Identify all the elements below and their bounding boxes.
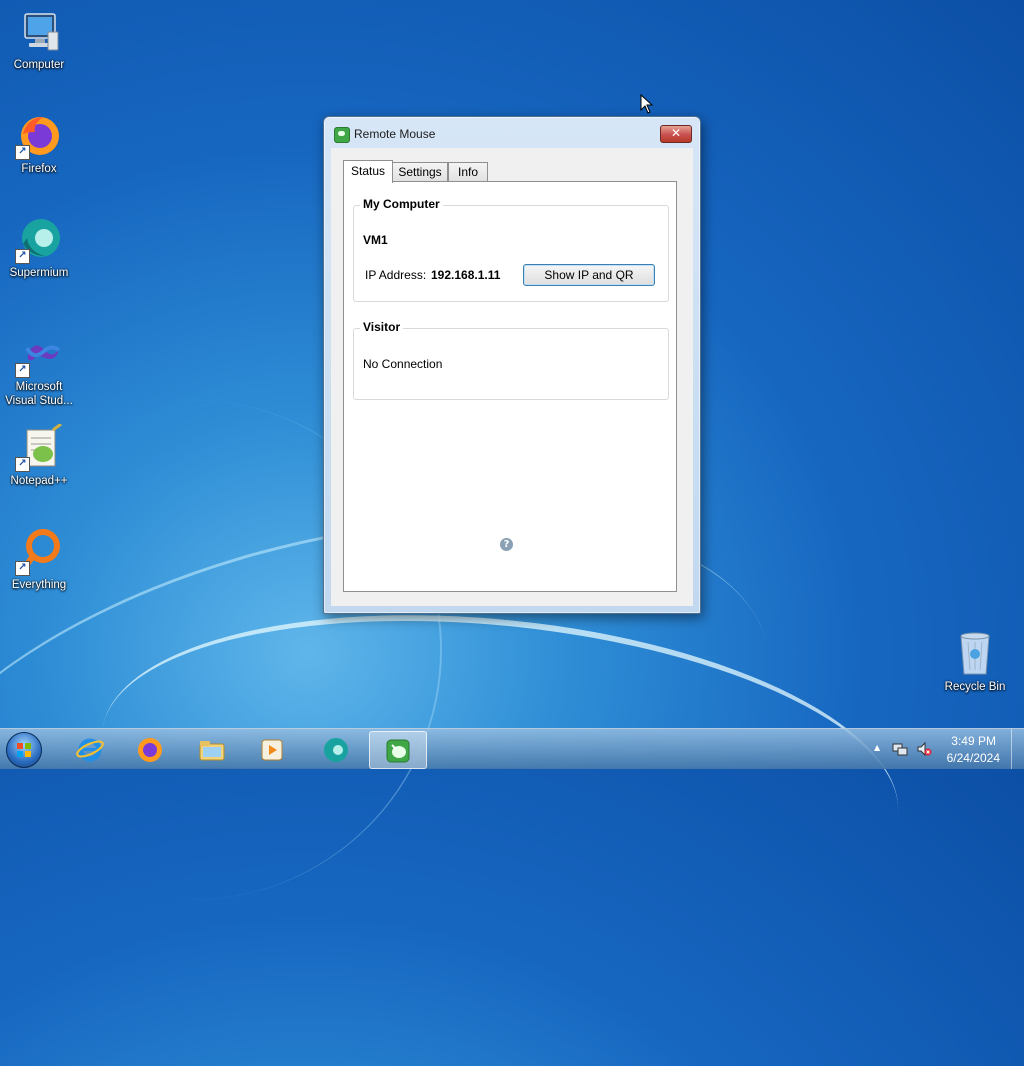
start-button[interactable] xyxy=(6,732,42,768)
my-computer-title: My Computer xyxy=(360,197,443,211)
visual-studio-icon: ↗ xyxy=(15,330,63,378)
close-button[interactable]: ✕ xyxy=(660,125,692,143)
tab-settings[interactable]: Settings xyxy=(392,162,448,182)
shortcut-arrow-icon: ↗ xyxy=(15,145,30,160)
notepad-plus-plus-icon: ↗ xyxy=(15,422,63,472)
shortcut-arrow-icon: ↗ xyxy=(15,249,30,264)
media-player-icon xyxy=(261,739,283,761)
ip-address-value: 192.168.1.11 xyxy=(431,268,501,282)
computer-icon xyxy=(15,8,63,56)
windows-logo-icon xyxy=(17,743,31,757)
desktop-icon-label: Recycle Bin xyxy=(944,681,1006,693)
taskbar: ▲ 3:49 PM 6/24/2024 xyxy=(0,728,1024,769)
show-ip-and-qr-button[interactable]: Show IP and QR xyxy=(523,264,655,286)
desktop-icon-computer[interactable]: Computer xyxy=(2,8,76,72)
shortcut-arrow-icon: ↗ xyxy=(15,561,30,576)
supermium-icon: ↗ xyxy=(15,216,63,264)
show-hidden-icons-button[interactable]: ▲ xyxy=(874,743,880,752)
remote-mouse-window[interactable]: Remote Mouse ✕ Status Settings Info My C… xyxy=(323,116,701,614)
taskbar-remote-mouse[interactable] xyxy=(369,731,427,769)
help-icon[interactable]: ? xyxy=(500,538,513,551)
clock-date[interactable]: 6/24/2024 xyxy=(947,751,1000,765)
remote-mouse-app-icon xyxy=(334,127,350,143)
ip-address-label: IP Address: xyxy=(365,268,427,282)
network-icon[interactable] xyxy=(892,741,908,757)
visitor-title: Visitor xyxy=(360,320,404,334)
desktop-icon-recycle-bin[interactable]: Recycle Bin xyxy=(938,630,1012,694)
remote-mouse-icon xyxy=(386,739,410,763)
desktop-icon-visual-studio[interactable]: ↗ Microsoft Visual Stud... xyxy=(2,330,76,408)
desktop-icon-everything[interactable]: ↗ Everything xyxy=(2,528,76,592)
desktop-icon-notepad-plus-plus[interactable]: ↗ Notepad++ xyxy=(2,422,76,488)
internet-explorer-icon xyxy=(76,738,104,762)
taskbar-file-explorer[interactable] xyxy=(184,731,240,767)
taskbar-supermium[interactable] xyxy=(308,731,364,767)
status-tab-panel: My Computer VM1 IP Address: 192.168.1.11… xyxy=(343,181,677,592)
volume-muted-icon[interactable] xyxy=(916,741,932,757)
desktop-icon-supermium[interactable]: ↗ Supermium xyxy=(2,216,76,280)
desktop-icon-label: Notepad++ xyxy=(10,475,68,487)
firefox-icon xyxy=(138,738,162,762)
computer-name: VM1 xyxy=(363,233,388,247)
folder-icon xyxy=(199,741,225,761)
visitor-group: Visitor No Connection xyxy=(353,320,669,400)
desktop-icon-firefox[interactable]: ↗ Firefox xyxy=(2,112,76,176)
desktop-icon-label: Computer xyxy=(13,59,65,71)
tab-info[interactable]: Info xyxy=(448,162,488,182)
taskbar-firefox[interactable] xyxy=(122,731,178,767)
desktop-icon-label: Microsoft Visual Stud... xyxy=(5,381,73,407)
tab-status[interactable]: Status xyxy=(343,160,393,183)
supermium-icon xyxy=(324,738,348,762)
desktop-icon-label: Everything xyxy=(11,579,67,591)
recycle-bin-icon xyxy=(951,630,999,678)
desktop-icon-label: Supermium xyxy=(9,267,69,279)
show-desktop-button[interactable] xyxy=(1011,729,1024,769)
taskbar-media-player[interactable] xyxy=(244,731,300,767)
desktop-icon-label: Firefox xyxy=(21,163,57,175)
taskbar-internet-explorer[interactable] xyxy=(62,731,118,767)
shortcut-arrow-icon: ↗ xyxy=(15,457,30,472)
shortcut-arrow-icon: ↗ xyxy=(15,363,30,378)
window-client-area: Status Settings Info My Computer VM1 IP … xyxy=(331,148,693,606)
system-tray: ▲ 3:49 PM 6/24/2024 xyxy=(864,729,1024,769)
firefox-icon: ↗ xyxy=(15,112,63,160)
everything-icon: ↗ xyxy=(15,528,63,576)
clock-time[interactable]: 3:49 PM xyxy=(951,734,996,748)
window-title: Remote Mouse xyxy=(354,127,436,141)
my-computer-group: My Computer VM1 IP Address: 192.168.1.11… xyxy=(353,197,669,302)
title-bar[interactable]: Remote Mouse ✕ xyxy=(324,117,700,147)
connection-status: No Connection xyxy=(363,357,443,371)
